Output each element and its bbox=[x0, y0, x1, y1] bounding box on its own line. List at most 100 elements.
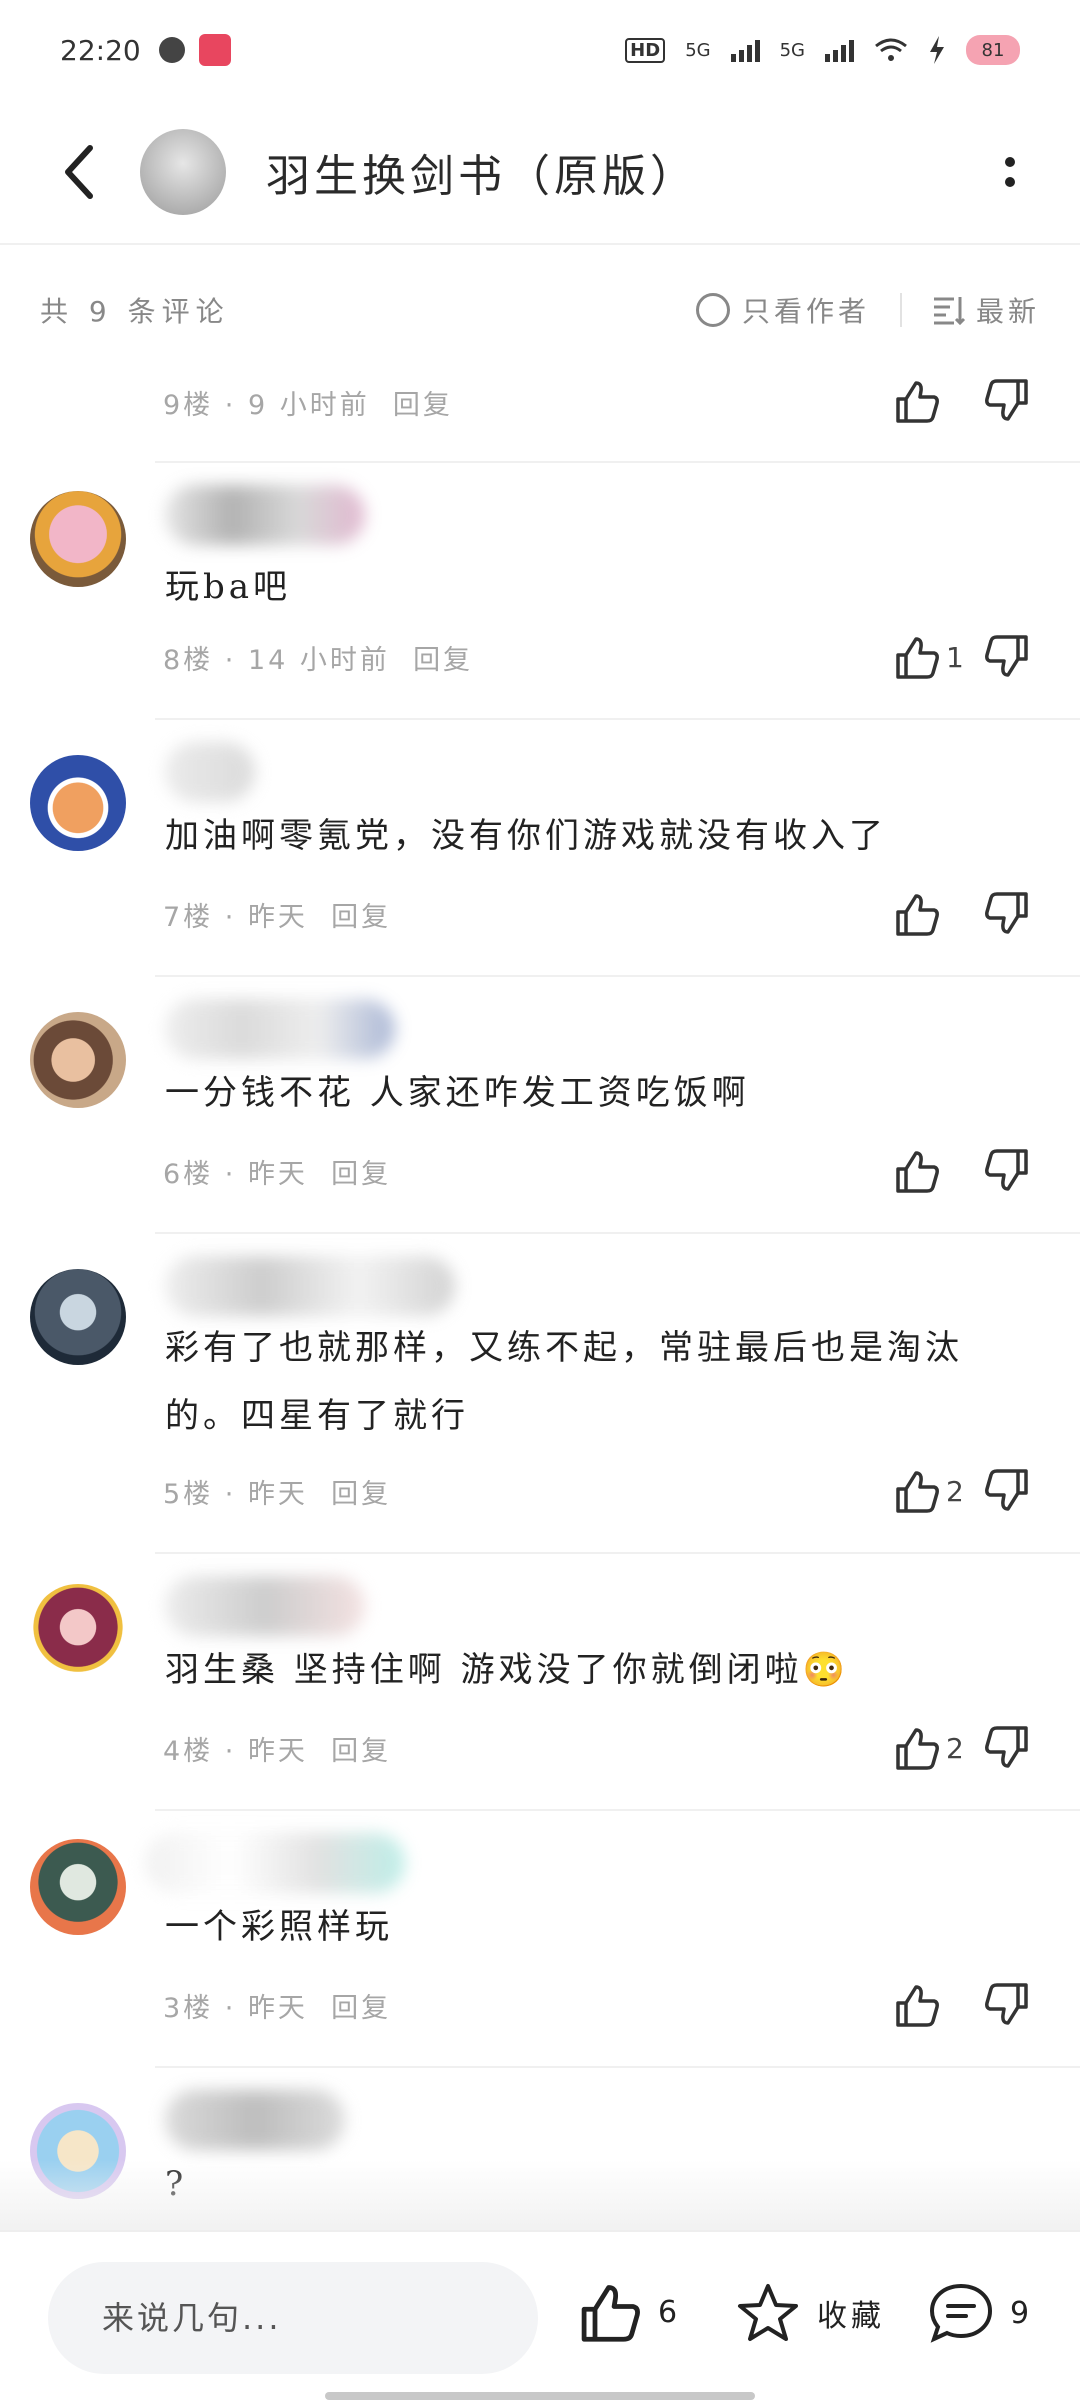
comment-input[interactable] bbox=[102, 2299, 482, 2337]
thumbs-down-icon bbox=[985, 1726, 1028, 1768]
comment-time: 14 小时前 bbox=[247, 645, 390, 676]
like-button[interactable] bbox=[894, 379, 964, 423]
reply-button[interactable]: 回复 bbox=[331, 1479, 391, 1510]
comment-text: 一个彩照样玩 bbox=[165, 1907, 393, 1947]
dislike-button[interactable] bbox=[984, 1726, 1030, 1770]
user-avatar[interactable] bbox=[30, 1584, 126, 1680]
dislike-button[interactable] bbox=[984, 1983, 1030, 2027]
comment-input-container[interactable] bbox=[48, 2262, 538, 2374]
comment-text: 加油啊零氪党，没有你们游戏就没有收入了 bbox=[165, 816, 887, 856]
reply-button[interactable]: 回复 bbox=[331, 1159, 391, 1190]
wifi-icon bbox=[875, 38, 907, 61]
username-blurred bbox=[165, 485, 365, 545]
comment-item: 彩有了也就那样，又练不起，常驻最后也是淘汰的。四星有了就行 5楼 · 昨天 回复… bbox=[30, 1234, 1080, 1554]
back-button[interactable] bbox=[40, 132, 120, 212]
reply-button[interactable]: 回复 bbox=[413, 645, 473, 676]
like-button[interactable] bbox=[894, 892, 964, 936]
user-avatar[interactable] bbox=[30, 1012, 126, 1108]
bottom-action-bar: 6 收藏 9 bbox=[0, 2230, 1080, 2408]
user-avatar[interactable] bbox=[30, 755, 126, 851]
username-blurred bbox=[165, 1576, 365, 1636]
comment-item: 玩ba吧 8楼 · 14 小时前 回复 1 bbox=[30, 463, 1080, 720]
sort-newest-button[interactable]: 最新 bbox=[976, 290, 1040, 330]
comments-button[interactable]: 9 bbox=[928, 2282, 1033, 2344]
comment-time: 昨天 bbox=[247, 902, 308, 933]
username-blurred bbox=[165, 1256, 455, 1316]
comment-list: 9楼 · 9 小时前 回复 玩ba吧 8楼 · 14 小时前 回复 1 加油啊零… bbox=[0, 365, 1080, 2248]
thumbs-up-icon bbox=[896, 381, 939, 423]
favorite-label: 收藏 bbox=[817, 2299, 885, 2334]
comment-floor: 5楼 bbox=[163, 1479, 214, 1510]
username-blurred bbox=[145, 1833, 405, 1893]
author-avatar[interactable] bbox=[140, 128, 226, 215]
username-blurred bbox=[165, 742, 255, 802]
like-count: 2 bbox=[946, 1731, 964, 1765]
thumbs-down-icon bbox=[985, 1983, 1028, 2025]
comment-time: 昨天 bbox=[247, 1736, 308, 1767]
comment-time: 昨天 bbox=[247, 1993, 308, 2024]
network-label-2: 5G bbox=[779, 39, 805, 61]
chevron-left-icon bbox=[65, 144, 93, 199]
like-button[interactable]: 1 bbox=[894, 635, 964, 679]
user-avatar[interactable] bbox=[30, 491, 126, 587]
reply-button[interactable]: 回复 bbox=[393, 390, 453, 421]
like-count: 1 bbox=[946, 640, 964, 674]
author-only-radio-icon[interactable] bbox=[695, 293, 730, 327]
comment-filter-bar: 共 9 条评论 只看作者 最新 bbox=[0, 255, 1080, 365]
status-indicators: HD 5G 5G 81 bbox=[625, 35, 1020, 65]
comment-floor: 9楼 bbox=[163, 390, 214, 421]
thumbs-down-icon bbox=[985, 1469, 1028, 1511]
thumbs-up-icon bbox=[896, 1985, 939, 2027]
like-button[interactable] bbox=[894, 1983, 964, 2027]
more-button[interactable] bbox=[980, 132, 1040, 212]
comment-text: 羽生桑 坚持住啊 游戏没了你就倒闭啦😳 bbox=[165, 1650, 849, 1690]
like-button[interactable]: 2 bbox=[894, 1469, 964, 1513]
app-badge-icon bbox=[198, 34, 231, 66]
reply-button[interactable]: 回复 bbox=[331, 1993, 391, 2024]
favorite-button[interactable]: 收藏 bbox=[735, 2282, 885, 2344]
comment-item: 9楼 · 9 小时前 回复 bbox=[155, 365, 1080, 463]
reply-button[interactable]: 回复 bbox=[331, 1736, 391, 1767]
dislike-button[interactable] bbox=[984, 892, 1030, 936]
comment-floor: 8楼 bbox=[163, 645, 214, 676]
charging-icon bbox=[930, 36, 944, 64]
dislike-button[interactable] bbox=[984, 1469, 1030, 1513]
username-blurred bbox=[165, 999, 395, 1059]
like-count: 2 bbox=[946, 1474, 964, 1508]
thumbs-up-icon bbox=[896, 637, 939, 679]
comment-floor: 3楼 bbox=[163, 1993, 214, 2024]
comment-item: 羽生桑 坚持住啊 游戏没了你就倒闭啦😳 4楼 · 昨天 回复 2 bbox=[30, 1554, 1080, 1811]
user-avatar[interactable] bbox=[30, 1269, 126, 1365]
post-like-button[interactable]: 6 bbox=[578, 2282, 681, 2342]
post-like-count: 6 bbox=[658, 2294, 682, 2330]
thumbs-up-icon bbox=[896, 1151, 939, 1193]
home-indicator[interactable] bbox=[325, 2392, 755, 2400]
network-label-1: 5G bbox=[685, 39, 711, 61]
comment-text: 一分钱不花 人家还咋发工资吃饭啊 bbox=[165, 1073, 750, 1113]
comment-time: 昨天 bbox=[247, 1479, 308, 1510]
comment-floor: 7楼 bbox=[163, 902, 214, 933]
comment-count: 共 9 条评论 bbox=[40, 295, 230, 328]
comment-item: 一分钱不花 人家还咋发工资吃饭啊 6楼 · 昨天 回复 bbox=[30, 977, 1080, 1234]
comment-time: 昨天 bbox=[247, 1159, 308, 1190]
like-button[interactable] bbox=[894, 1149, 964, 1193]
dislike-button[interactable] bbox=[984, 635, 1030, 679]
author-only-toggle[interactable]: 只看作者 bbox=[742, 290, 870, 330]
reply-button[interactable]: 回复 bbox=[331, 902, 391, 933]
status-time: 22:20 bbox=[60, 33, 141, 67]
comment-time: 9 小时前 bbox=[247, 390, 370, 421]
user-avatar[interactable] bbox=[30, 1839, 126, 1935]
comment-text: 彩有了也就那样，又练不起，常驻最后也是淘汰的。四星有了就行 bbox=[165, 1328, 963, 1436]
sort-icon bbox=[933, 297, 966, 325]
comment-bubble-icon bbox=[929, 2283, 993, 2343]
thumbs-up-icon bbox=[896, 894, 939, 936]
comment-item: 一个彩照样玩 3楼 · 昨天 回复 bbox=[30, 1811, 1080, 2068]
thumbs-down-icon bbox=[985, 892, 1028, 934]
like-button[interactable]: 2 bbox=[894, 1726, 964, 1770]
more-vertical-icon bbox=[1005, 156, 1015, 167]
app-notification-icon bbox=[158, 37, 185, 63]
dislike-button[interactable] bbox=[984, 379, 1030, 423]
signal-icon-2 bbox=[825, 38, 854, 62]
dislike-button[interactable] bbox=[984, 1149, 1030, 1193]
thumbs-down-icon bbox=[985, 1149, 1028, 1191]
